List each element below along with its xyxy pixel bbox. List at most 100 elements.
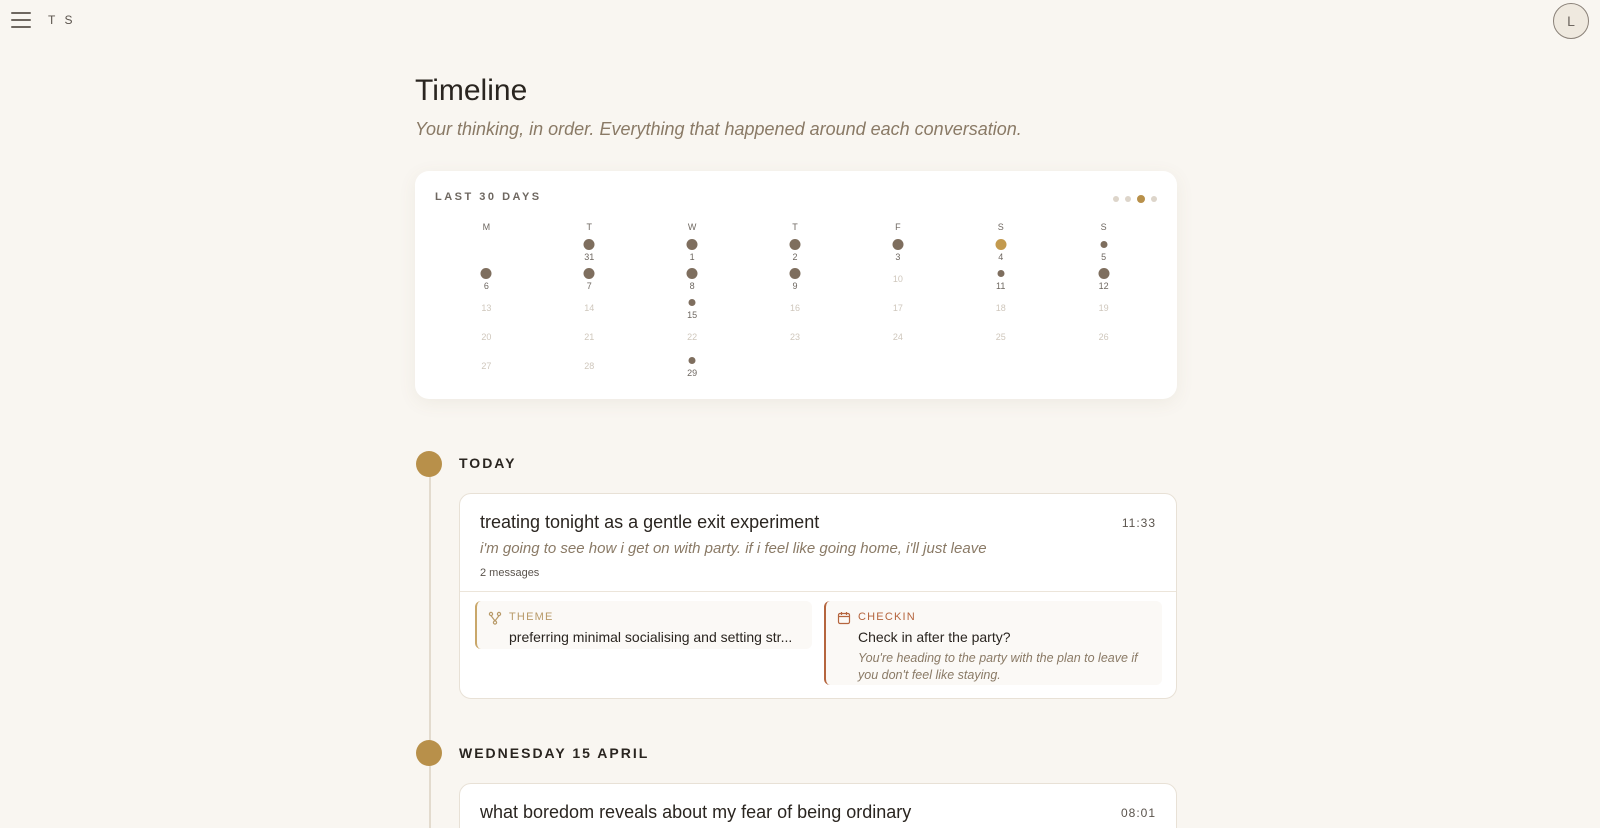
calendar-day[interactable]: 9	[744, 266, 847, 295]
menu-icon[interactable]	[11, 12, 31, 28]
calendar-day[interactable]: 13	[435, 295, 538, 324]
day-number: 13	[481, 303, 492, 313]
activity-dot	[892, 239, 904, 250]
calendar-day[interactable]: 28	[538, 353, 641, 382]
conversation-time: 11:33	[1121, 516, 1156, 530]
calendar-day[interactable]: 18	[949, 295, 1052, 324]
calendar-label: LAST 30 DAYS	[435, 191, 542, 203]
calendar-day[interactable]: 27	[435, 353, 538, 382]
calendar-day[interactable]: 16	[744, 295, 847, 324]
calendar-day[interactable]: 12	[1052, 266, 1155, 295]
calendar-week: 20 21 22 23 24 25 26	[435, 324, 1155, 353]
calendar-day[interactable]: 1	[641, 237, 744, 266]
calendar-blank	[744, 353, 847, 382]
activity-dot	[1098, 268, 1110, 279]
calendar-day[interactable]: 21	[538, 324, 641, 353]
calendar-blank	[435, 237, 538, 266]
weekday-label: T	[792, 222, 798, 232]
calendar-day[interactable]: 24	[846, 324, 949, 353]
calendar-day[interactable]: 29	[641, 353, 744, 382]
day-number: 14	[584, 303, 595, 313]
activity-dot	[1100, 241, 1108, 248]
top-bar: T S L	[0, 0, 1600, 40]
calendar-week: 27 28 29	[435, 353, 1155, 382]
pager-dot[interactable]	[1137, 195, 1145, 203]
activity-dot	[789, 268, 801, 279]
day-label-wednesday: WEDNESDAY 15 APRIL	[459, 745, 650, 761]
pager-dot[interactable]	[1151, 196, 1157, 202]
day-number: 17	[892, 303, 903, 313]
calendar-day[interactable]: 25	[949, 324, 1052, 353]
weekday-header: MTWTFSS	[435, 222, 1155, 232]
calendar-day[interactable]: 6	[435, 266, 538, 295]
weekday-label: M	[482, 222, 491, 232]
day-number: 22	[687, 332, 698, 342]
conversation-card[interactable]: treating tonight as a gentle exit experi…	[459, 493, 1177, 699]
calendar-day[interactable]: 15	[641, 295, 744, 324]
day-marker-dot	[416, 740, 442, 766]
timeline-line	[429, 466, 431, 828]
day-number: 31	[584, 252, 595, 262]
page-subtitle: Your thinking, in order. Everything that…	[415, 119, 1022, 139]
calendar-day[interactable]: 8	[641, 266, 744, 295]
calendar-day[interactable]: 20	[435, 324, 538, 353]
day-number: 26	[1098, 332, 1109, 342]
calendar-day[interactable]: 7	[538, 266, 641, 295]
day-number: 25	[995, 332, 1006, 342]
pager-dot[interactable]	[1113, 196, 1119, 202]
calendar-day[interactable]: 23	[744, 324, 847, 353]
day-label-today: TODAY	[459, 455, 517, 471]
checkin-description: You're heading to the party with the pla…	[858, 651, 1138, 682]
calendar-day[interactable]: 5	[1052, 237, 1155, 266]
calendar-day[interactable]: 14	[538, 295, 641, 324]
calendar-day[interactable]: 19	[1052, 295, 1155, 324]
calendar-blank	[1052, 353, 1155, 382]
calendar-day[interactable]: 11	[949, 266, 1052, 295]
weekday-label: S	[1100, 222, 1107, 232]
checkin-chip[interactable]: CHECKIN Check in after the party? You're…	[824, 601, 1162, 685]
activity-dot	[995, 239, 1007, 250]
day-number: 29	[687, 368, 698, 378]
day-number: 21	[584, 332, 595, 342]
pager-dot[interactable]	[1125, 196, 1131, 202]
weekday-label: W	[687, 222, 697, 232]
conversation-card[interactable]: what boredom reveals about my fear of be…	[459, 783, 1177, 828]
day-number: 5	[1101, 252, 1107, 262]
calendar-grid: MTWTFSS 31 1 2 3 4 5 6 7 8 9 10 11 12 13 14 15 16 17 18 19 2…	[435, 222, 1155, 382]
conversation-title[interactable]: what boredom reveals about my fear of be…	[480, 802, 911, 823]
day-number: 1	[689, 252, 695, 262]
conversation-time: 08:01	[1120, 806, 1156, 820]
calendar-day[interactable]: 10	[846, 266, 949, 295]
activity-dot	[480, 268, 492, 279]
calendar-day[interactable]: 3	[846, 237, 949, 266]
calendar-day[interactable]: 17	[846, 295, 949, 324]
day-number: 2	[792, 252, 798, 262]
day-number: 18	[995, 303, 1006, 313]
calendar-week: 13 14 15 16 17 18 19	[435, 295, 1155, 324]
day-number: 23	[790, 332, 801, 342]
calendar-day[interactable]: 2	[744, 237, 847, 266]
activity-dot	[583, 239, 595, 250]
calendar-day[interactable]: 31	[538, 237, 641, 266]
day-number: 27	[481, 361, 492, 371]
activity-dot	[997, 270, 1005, 277]
day-number: 16	[790, 303, 801, 313]
day-number: 9	[792, 281, 798, 291]
day-number: 3	[895, 252, 901, 262]
theme-chip[interactable]: THEME preferring minimal socialising and…	[475, 601, 812, 649]
theme-title: preferring minimal socialising and setti…	[509, 629, 793, 645]
day-number: 7	[586, 281, 592, 291]
activity-dot	[789, 239, 801, 250]
calendar-day[interactable]: 4	[949, 237, 1052, 266]
weekday-label: F	[895, 222, 901, 232]
calendar-day[interactable]: 26	[1052, 324, 1155, 353]
user-avatar[interactable]: L	[1553, 3, 1589, 39]
calendar-day[interactable]: 22	[641, 324, 744, 353]
weekday-label: S	[997, 222, 1004, 232]
calendar-body: 31 1 2 3 4 5 6 7 8 9 10 11 12 13 14 15 16 17 18 19 20 21 22 23 2…	[435, 237, 1155, 382]
day-number: 10	[892, 274, 903, 284]
activity-dot	[583, 268, 595, 279]
brand-logo[interactable]: T S	[48, 13, 75, 27]
calendar-blank	[846, 353, 949, 382]
conversation-title[interactable]: treating tonight as a gentle exit experi…	[480, 512, 819, 533]
